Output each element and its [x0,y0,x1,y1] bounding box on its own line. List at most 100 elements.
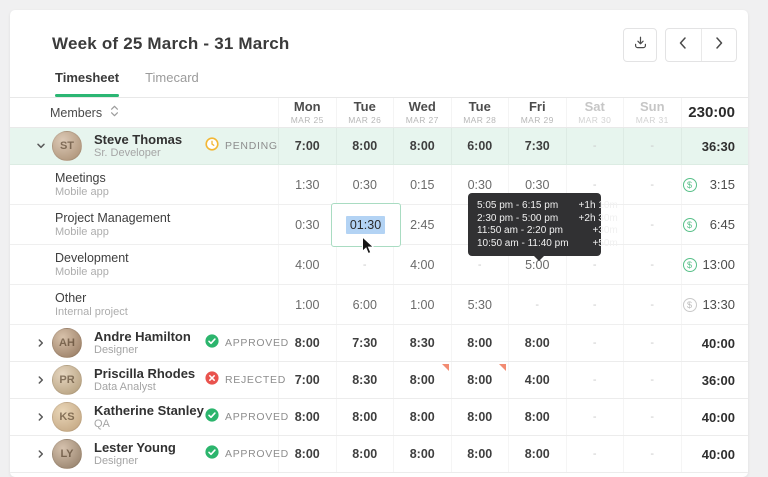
time-entry-cell[interactable]: 1:00 [278,285,336,324]
member-row[interactable]: ST Steve Thomas Sr. Developer PENDING 7:00 8:… [10,128,748,165]
non-billable-icon: $ [682,297,697,312]
download-button[interactable] [623,28,657,62]
project-identity: Project Management Mobile app [55,211,170,239]
week-total-cell: 36:00 [680,362,749,398]
day-name: Tue [468,99,491,114]
time-entry-cell[interactable]: 1:30 [278,165,336,204]
time-entry-cell[interactable]: - [623,205,681,244]
empty-value: - [650,411,655,423]
member-row[interactable]: LY Lester Young Designer APPROVED 8:00 8:00 8:… [10,436,748,473]
day-total-cell: - [565,436,624,472]
status-badge: APPROVED [205,333,289,353]
time-entry-cell[interactable]: 4:00 [278,245,336,284]
member-row[interactable]: PR Priscilla Rhodes Data Analyst REJECTED 7:… [10,362,748,399]
member-row[interactable]: AH Andre Hamilton Designer APPROVED 8:00 7:30… [10,325,748,362]
view-tabs: Timesheet Timecard [10,70,748,98]
day-date: MAR 29 [520,115,554,125]
time-entry-cell[interactable]: - [623,245,681,284]
tooltip-duration: +1h 10m [578,200,618,211]
week-total-cell: 40:00 [680,399,749,435]
next-week-button[interactable] [700,29,737,61]
prev-week-button[interactable] [666,29,701,61]
project-identity: Other Internal project [55,291,128,319]
week-total-value: 40:00 [701,335,735,351]
member-identity: Lester Young Designer [94,440,176,468]
hours-value: 8:00 [467,447,493,461]
time-entry-cell[interactable]: 6:00 [335,285,394,324]
empty-value: - [477,258,482,271]
hours-value: 8:00 [352,447,378,461]
chevron-right-icon[interactable] [36,338,52,348]
day-total-cell: 8:00 [450,399,509,435]
time-entry-cell[interactable]: 0:30 [278,205,336,244]
time-entry-cell[interactable]: 2:45 [393,205,451,244]
avatar: AH [52,328,82,358]
time-entry-cell[interactable]: 4:00 [393,245,451,284]
time-entry-cell[interactable]: 5:30 [450,285,509,324]
day-header: Tue MAR 26 [335,98,394,127]
day-total-cell: 8:00 [508,436,566,472]
empty-value: - [592,337,597,349]
day-total-cell: 8:00 [508,325,566,361]
hours-value: 0:30 [352,177,377,192]
day-header: Tue MAR 28 [450,98,509,127]
time-entries-tooltip: 5:05 pm - 6:15 pm +1h 10m 2:30 pm - 5:00 p… [468,193,618,261]
day-header: Fri MAR 29 [508,98,566,127]
time-entry-cell[interactable]: 0:30 [335,165,394,204]
hours-value: 4:00 [524,373,550,387]
timesheet-rows: ST Steve Thomas Sr. Developer PENDING 7:00 8:… [10,128,748,473]
project-total-cell: $13:30 [680,285,749,324]
hours-value: 8:00 [294,447,320,461]
chevron-right-icon[interactable] [36,412,52,422]
day-total-cell: 7:30 [508,128,566,164]
chevron-left-icon [679,36,687,54]
time-entry-cell[interactable]: - [565,285,624,324]
project-name: Development [55,250,129,265]
timesheet-card: Week of 25 March - 31 March Timesheet Ti… [10,10,748,477]
day-total-cell: 8:00 [335,399,394,435]
member-cell: KS Katherine Stanley QA APPROVED [10,399,288,435]
day-cells: 1:00 6:00 1:00 5:30 - - - [278,285,681,324]
day-total-cell: 8:00 [278,325,336,361]
day-total-cell: 8:00 [393,128,451,164]
week-total-value: 36:00 [701,372,735,388]
day-total-cell: 8:00 [450,436,509,472]
chevron-right-icon[interactable] [36,449,52,459]
day-total-cell: 8:00 [393,436,451,472]
hours-value: 8:00 [524,447,550,461]
flag-marker [441,364,449,371]
week-total-header: 230:00 [680,98,749,127]
day-cells: 8:00 7:30 8:30 8:00 8:00 - - [278,325,681,361]
chevron-right-icon[interactable] [36,375,52,385]
time-entry-cell[interactable]: - [623,165,681,204]
project-identity: Meetings Mobile app [55,171,109,199]
hours-value: 5:30 [467,297,492,312]
tab-timecard[interactable]: Timecard [145,70,199,97]
status-badge: APPROVED [205,444,289,464]
time-entry-cell[interactable]: - [508,285,566,324]
avatar: ST [52,131,82,161]
tab-timesheet[interactable]: Timesheet [55,70,120,97]
avatar: LY [52,439,82,469]
hours-value: 8:00 [409,410,435,424]
time-entry-cell[interactable]: 1:00 [393,285,451,324]
status-label: REJECTED [225,374,287,386]
day-header: Sat MAR 30 [565,98,624,127]
day-total-cell: 7:30 [335,325,394,361]
empty-value: - [650,448,655,460]
day-name: Sun [639,99,665,114]
empty-value: - [592,448,597,460]
download-icon [633,35,648,55]
member-row[interactable]: KS Katherine Stanley QA APPROVED 8:00 8:00 8:0… [10,399,748,436]
project-cell: Meetings Mobile app [10,165,278,204]
project-total-cell: $6:45 [680,205,749,244]
tooltip-time-range: 2:30 pm - 5:00 pm [477,212,559,224]
project-cell: Project Management Mobile app [10,205,278,244]
chevron-down-icon[interactable] [36,141,52,151]
hours-value: 0:30 [525,177,550,192]
members-column-header[interactable]: Members [10,105,278,120]
member-identity: Steve Thomas Sr. Developer [94,132,182,160]
time-entry-cell[interactable]: - [623,285,681,324]
time-entry-cell[interactable]: 0:15 [393,165,451,204]
status-label: PENDING [225,140,278,152]
